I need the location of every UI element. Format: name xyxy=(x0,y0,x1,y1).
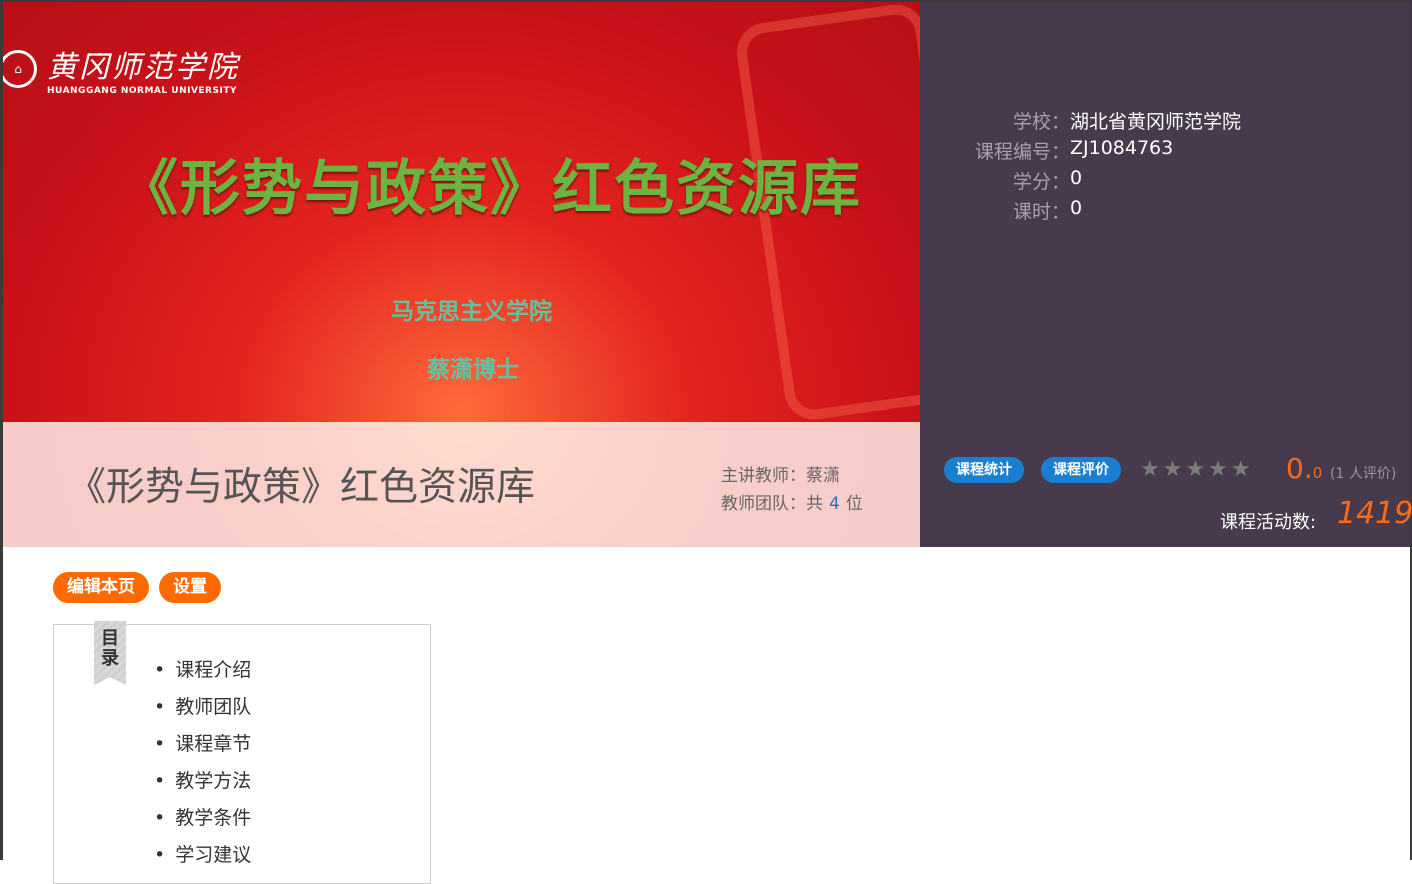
seal-icon: ⌂ xyxy=(3,50,37,88)
toc-item[interactable]: 教学方法 xyxy=(154,766,251,803)
course-review-button[interactable]: 课程评价 xyxy=(1041,457,1121,483)
team-label: 教师团队：共 xyxy=(721,494,823,514)
banner-title: 《形势与政策》红色资源库 xyxy=(118,154,862,224)
university-logo: ⌂ 黄冈师范学院 HUANGGANG NORMAL UNIVERSITY xyxy=(3,42,239,96)
info-school: 学校： 湖北省黄冈师范学院 xyxy=(920,107,1410,134)
banner-school: 马克思主义学院 xyxy=(391,299,552,325)
info-label: 课时： xyxy=(1012,201,1070,223)
settings-button[interactable]: 设置 xyxy=(159,572,221,603)
table-of-contents: 目录 课程介绍 教师团队 课程章节 教学方法 教学条件 学习建议 xyxy=(53,621,431,884)
info-label: 学校： xyxy=(1012,111,1070,133)
toc-item[interactable]: 教师团队 xyxy=(154,692,251,729)
team-unit: 位 xyxy=(845,494,863,514)
toc-item[interactable]: 课程介绍 xyxy=(154,655,251,692)
activity-count: 1419 xyxy=(1337,496,1412,531)
toc-item[interactable]: 课程章节 xyxy=(154,729,251,766)
info-hours: 课时： 0 xyxy=(920,197,1410,224)
toc-item[interactable]: 教学条件 xyxy=(154,803,251,840)
score-int: 0. xyxy=(1286,452,1313,485)
course-info-panel: 学校： 湖北省黄冈师范学院 课程编号： ZJ1084763 学分： 0 课时： 0 课程… xyxy=(920,2,1412,547)
teacher-name[interactable]: 蔡潇 xyxy=(806,466,840,486)
info-value: ZJ1084763 xyxy=(1070,137,1174,159)
banner-teacher: 蔡潇博士 xyxy=(427,357,519,383)
logo-cn: 黄冈师范学院 xyxy=(47,50,239,85)
info-label: 学分： xyxy=(1012,171,1070,193)
info-value: 湖北省黄冈师范学院 xyxy=(1070,111,1242,133)
info-credit: 学分： 0 xyxy=(920,167,1410,194)
teacher-label: 主讲教师： xyxy=(721,466,806,486)
course-title: 《形势与政策》红色资源库 xyxy=(67,465,536,510)
info-value: 0 xyxy=(1070,167,1083,189)
star-rating-icon[interactable]: ★★★★★ xyxy=(1140,457,1254,482)
review-count: (1 人评价) xyxy=(1330,466,1397,482)
course-title-overlay: 《形势与政策》红色资源库 主讲教师：蔡潇 教师团队：共 4 位 xyxy=(3,422,920,547)
info-label: 课程编号： xyxy=(974,141,1070,163)
rating-score: 0.0 xyxy=(1286,452,1322,485)
score-dec: 0 xyxy=(1312,464,1323,482)
course-banner: ⌂ 黄冈师范学院 HUANGGANG NORMAL UNIVERSITY 《形势… xyxy=(3,2,920,547)
logo-en: HUANGGANG NORMAL UNIVERSITY xyxy=(47,86,237,96)
team-count[interactable]: 4 xyxy=(829,494,840,514)
activity-label: 课程活动数: xyxy=(1220,512,1317,533)
teacher-info: 主讲教师：蔡潇 教师团队：共 4 位 xyxy=(721,462,863,518)
toc-item[interactable]: 学习建议 xyxy=(154,840,251,877)
course-stats-button[interactable]: 课程统计 xyxy=(944,457,1024,483)
edit-page-button[interactable]: 编辑本页 xyxy=(53,572,149,603)
info-value: 0 xyxy=(1070,197,1083,219)
info-code: 课程编号： ZJ1084763 xyxy=(920,137,1410,164)
toc-ribbon: 目录 xyxy=(94,621,126,685)
